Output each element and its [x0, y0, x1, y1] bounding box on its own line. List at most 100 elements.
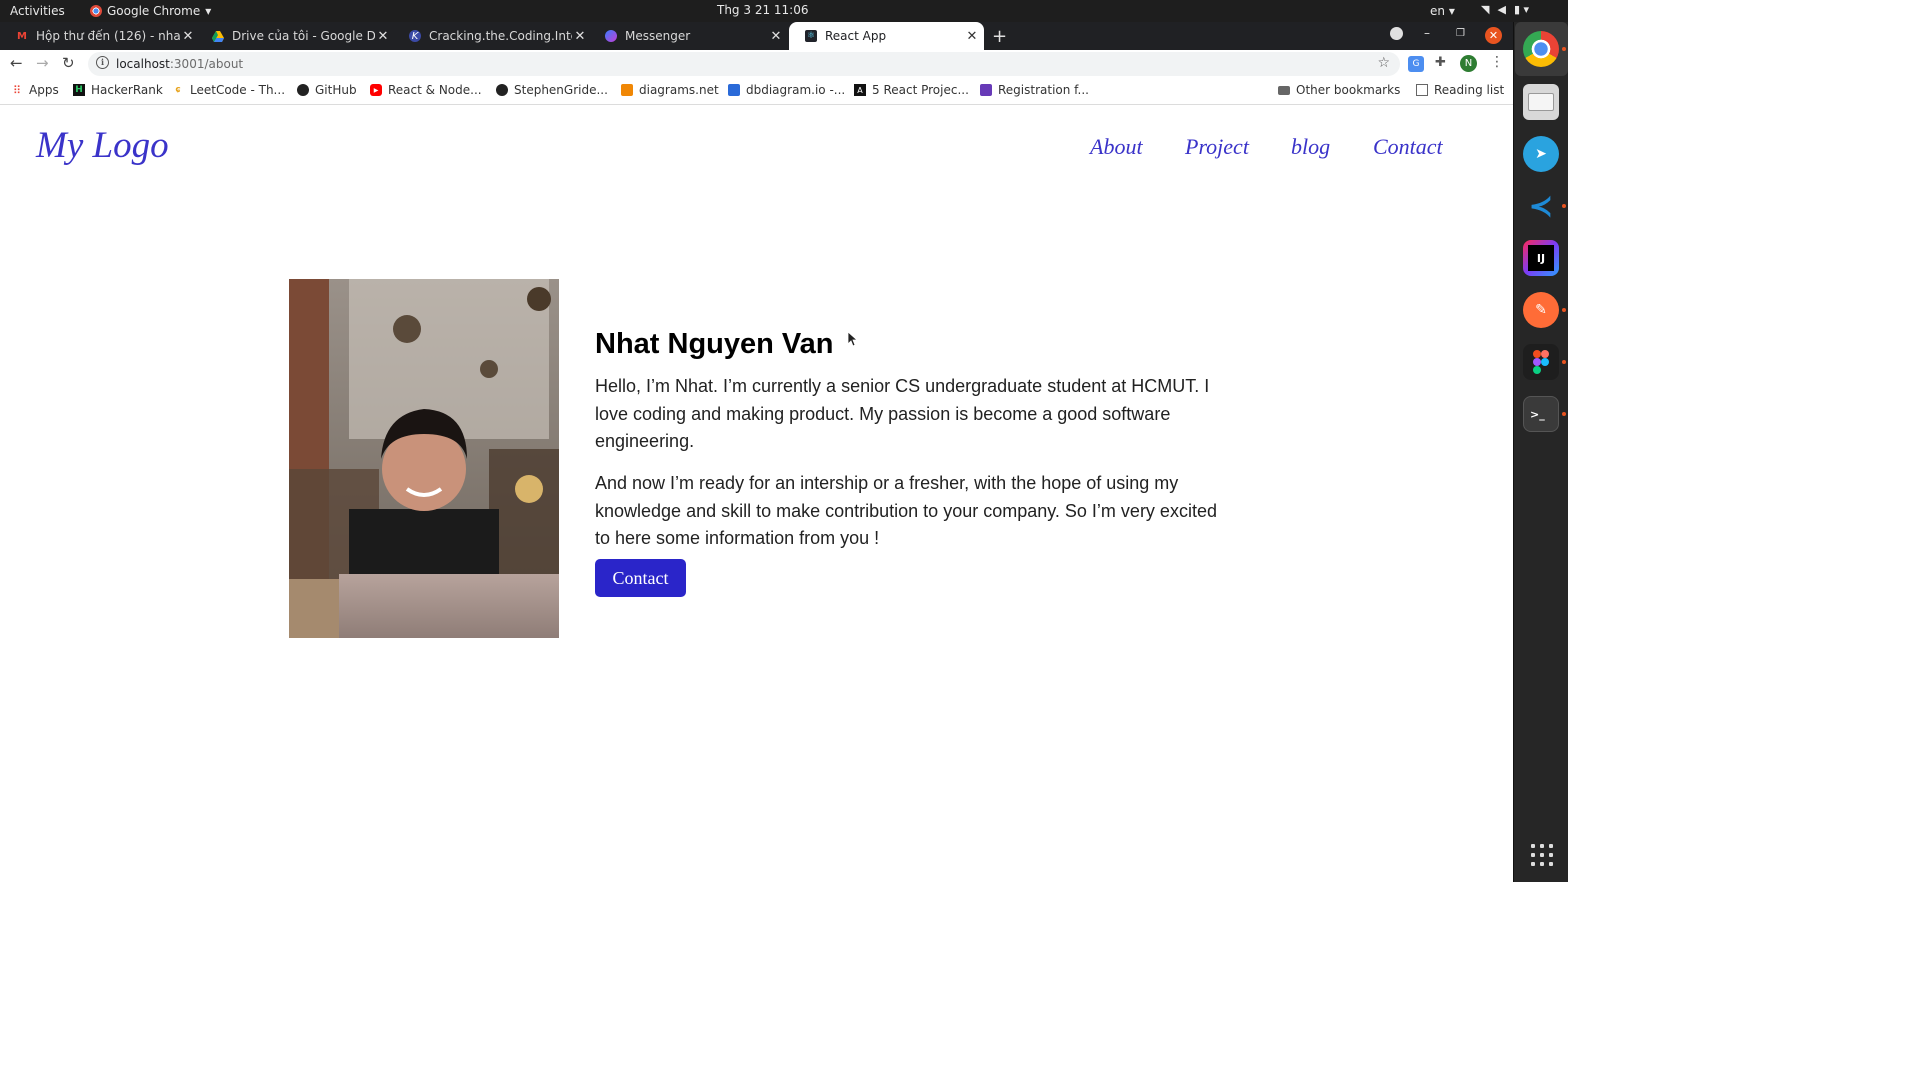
profile-avatar[interactable]: N [1460, 55, 1477, 72]
restore-button[interactable]: ❐ [1456, 28, 1465, 39]
vscode-icon[interactable]: ≺ [1523, 188, 1559, 224]
running-indicator [1562, 47, 1566, 51]
telegram-icon[interactable]: ➤ [1523, 136, 1559, 172]
files-icon[interactable] [1523, 84, 1559, 120]
folder-icon [1278, 85, 1290, 95]
bookmark-icon: A [854, 84, 866, 96]
close-icon[interactable]: ✕ [768, 29, 784, 44]
toolbar: ← → ↻ i localhost:3001/about ☆ G ✚ N ⋮ [0, 50, 1513, 78]
profile-photo [289, 279, 559, 638]
address-bar[interactable]: i localhost:3001/about ☆ [88, 52, 1400, 76]
hackerrank-icon: H [73, 84, 85, 96]
system-tray[interactable]: ◥ ◀ ▮ ▾ [1481, 3, 1529, 16]
tab-cracking-coding[interactable]: K Cracking.the.Coding.Inte ✕ [393, 22, 592, 50]
forward-button[interactable]: → [36, 54, 49, 72]
running-indicator [1562, 204, 1566, 208]
back-button[interactable]: ← [10, 54, 23, 72]
bookmark-dbdiagram[interactable]: dbdiagram.io -... [728, 83, 845, 97]
github-icon [496, 84, 508, 96]
google-drive-icon [212, 30, 224, 42]
form-icon [980, 84, 992, 96]
clock[interactable]: Thg 3 21 11:06 [717, 3, 808, 17]
reading-list[interactable]: Reading list [1416, 83, 1504, 97]
extensions-puzzle-icon[interactable]: ✚ [1435, 55, 1446, 70]
site-info-icon[interactable]: i [96, 56, 109, 69]
tab-gmail[interactable]: M Hộp thư đến (126) - nhat. ✕ [0, 22, 200, 50]
running-indicator [1562, 308, 1566, 312]
react-icon: ⚛ [805, 30, 817, 42]
new-tab-button[interactable]: + [992, 26, 1007, 47]
tab-title: Messenger [625, 29, 691, 43]
app-menu-label: Google Chrome [107, 4, 201, 18]
bookmark-other[interactable]: Other bookmarks [1278, 83, 1400, 97]
apps-grid-icon: ⠿ [12, 83, 22, 97]
bookmark-react-projects[interactable]: A 5 React Projec... [854, 83, 969, 97]
bookmark-hackerrank[interactable]: H HackerRank [73, 83, 163, 97]
site-logo[interactable]: My Logo [36, 124, 169, 167]
bookmark-leetcode[interactable]: ɕ LeetCode - Th... [172, 83, 285, 97]
app-menu[interactable]: Google Chrome ▾ [90, 4, 211, 18]
bookmark-star-icon[interactable]: ☆ [1377, 55, 1390, 71]
nav-link-contact[interactable]: Contact [1373, 134, 1443, 160]
activities-button[interactable]: Activities [10, 4, 65, 18]
system-top-bar: Activities Google Chrome ▾ Thg 3 21 11:0… [0, 0, 1568, 22]
bookmark-diagrams[interactable]: diagrams.net [621, 83, 719, 97]
reading-list-icon [1416, 84, 1428, 96]
gmail-icon: M [17, 30, 27, 42]
youtube-icon: ▶ [370, 84, 382, 96]
chrome-icon[interactable] [1523, 31, 1559, 67]
tab-messenger[interactable]: Messenger ✕ [589, 22, 788, 50]
contact-button[interactable]: Contact [595, 559, 686, 597]
dbdiagram-icon [728, 84, 740, 96]
close-icon[interactable]: ✕ [180, 29, 196, 44]
tab-strip: M Hộp thư đến (126) - nhat. ✕ Drive của … [0, 22, 1513, 50]
chevron-down-icon: ▾ [205, 4, 212, 18]
reload-button[interactable]: ↻ [62, 54, 75, 72]
close-icon[interactable]: ✕ [375, 29, 391, 44]
intellij-icon[interactable]: IJ [1523, 240, 1559, 276]
terminal-icon[interactable]: >_ [1523, 396, 1559, 432]
profile-name: Nhat Nguyen Van [595, 328, 834, 360]
bookmark-apps[interactable]: ⠿ Apps [11, 83, 59, 97]
minimize-button[interactable]: – [1424, 26, 1430, 40]
postman-icon[interactable]: ✎ [1523, 292, 1559, 328]
more-menu-icon[interactable]: ⋮ [1490, 54, 1504, 70]
tab-google-drive[interactable]: Drive của tôi - Google Dri ✕ [196, 22, 395, 50]
language-indicator[interactable]: en ▾ [1430, 4, 1455, 18]
url-text[interactable]: localhost:3001/about [116, 57, 243, 71]
tab-title: Cracking.the.Coding.Inte [429, 29, 572, 43]
volume-icon: ◀ [1497, 3, 1506, 16]
close-icon[interactable]: ✕ [964, 29, 980, 44]
tab-search-button[interactable] [1390, 27, 1403, 40]
nav-link-blog[interactable]: blog [1291, 134, 1330, 160]
translate-extension-icon[interactable]: G [1408, 56, 1424, 72]
bookmark-github[interactable]: GitHub [297, 83, 357, 97]
mouse-pointer-icon [848, 332, 858, 347]
diagrams-icon [621, 84, 633, 96]
tab-title: Hộp thư đến (126) - nhat. [36, 29, 180, 43]
messenger-icon [605, 30, 617, 42]
bookmark-react-node[interactable]: ▶ React & Node... [370, 83, 482, 97]
running-indicator [1562, 360, 1566, 364]
k-icon: K [409, 30, 421, 42]
web-page: My Logo About Project blog Contact Nhat … [0, 106, 1513, 882]
availability-paragraph: And now I’m ready for an intership or a … [595, 473, 1217, 549]
intro-paragraph: Hello, I’m Nhat. I’m currently a senior … [595, 376, 1210, 452]
leetcode-icon: ɕ [175, 85, 181, 95]
nav-link-about[interactable]: About [1090, 134, 1143, 160]
tab-title: React App [825, 29, 887, 43]
running-indicator [1562, 412, 1566, 416]
nav-link-project[interactable]: Project [1185, 134, 1249, 160]
bookmark-stephengrider[interactable]: StephenGride... [496, 83, 608, 97]
close-icon[interactable]: ✕ [572, 29, 588, 44]
show-applications-icon[interactable] [1531, 844, 1553, 866]
github-icon [297, 84, 309, 96]
bookmarks-bar: ⠿ Apps H HackerRank ɕ LeetCode - Th... G… [0, 78, 1513, 105]
tab-title: Drive của tôi - Google Dri [232, 29, 375, 43]
bookmark-registration[interactable]: Registration f... [980, 83, 1089, 97]
figma-icon[interactable] [1523, 344, 1559, 380]
tab-react-app[interactable]: ⚛ React App ✕ [789, 22, 984, 50]
window-close-button[interactable]: ✕ [1485, 27, 1502, 44]
battery-icon: ▮ ▾ [1513, 3, 1530, 16]
chrome-icon [90, 5, 102, 17]
